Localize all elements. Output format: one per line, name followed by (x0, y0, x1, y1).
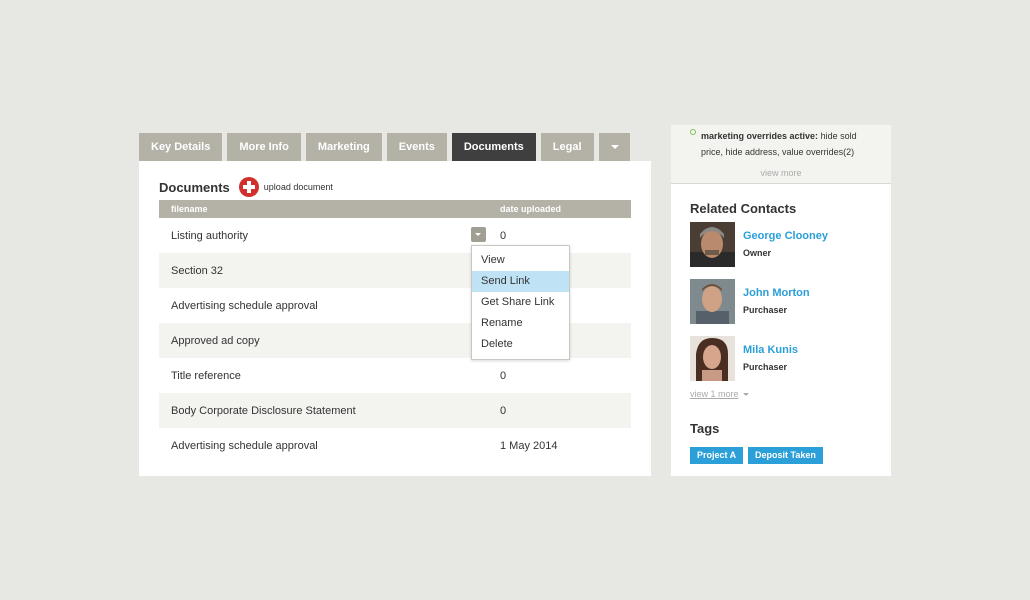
tab-key-details[interactable]: Key Details (139, 133, 223, 161)
menu-item-view[interactable]: View (472, 250, 569, 271)
row-date: 0 (500, 405, 507, 417)
avatar[interactable] (690, 279, 735, 324)
tags-title: Tags (690, 421, 720, 436)
tab-marketing[interactable]: Marketing (305, 133, 382, 161)
status-circle-icon (690, 129, 696, 135)
contact-role: Purchaser (743, 305, 788, 315)
row-menu-toggle-icon[interactable] (471, 227, 486, 242)
upload-plus-icon[interactable] (238, 177, 259, 197)
contact-name[interactable]: George Clooney (743, 230, 828, 242)
related-contacts-title: Related Contacts (690, 201, 797, 216)
marketing-overrides-notice: marketing overrides active: hide sold pr… (671, 125, 891, 184)
chevron-down-icon (610, 145, 619, 149)
contact-card: George Clooney Owner (690, 222, 880, 268)
tab-more-info[interactable]: More Info (227, 133, 301, 161)
notice-label: marketing overrides active: (701, 131, 819, 141)
contact-card: John Morton Purchaser (690, 279, 880, 325)
contact-role: Owner (743, 248, 772, 258)
chevron-down-icon (742, 393, 749, 397)
view-1-more-label: view 1 more (690, 389, 739, 399)
row-filename: Approved ad copy (171, 335, 260, 347)
documents-header: Documents upload document (159, 177, 333, 197)
row-date: 1 May 2014 (500, 440, 558, 452)
contact-name[interactable]: John Morton (743, 287, 810, 299)
table-header: filename date uploaded (159, 200, 631, 218)
avatar-photo-icon (690, 336, 735, 381)
row-filename: Section 32 (171, 265, 223, 277)
avatar-photo-icon (690, 222, 735, 267)
row-filename: Title reference (171, 370, 241, 382)
column-header-date[interactable]: date uploaded (500, 204, 561, 214)
contact-role: Purchaser (743, 362, 788, 372)
menu-item-get-share-link[interactable]: Get Share Link (472, 292, 569, 313)
table-row[interactable]: Advertising schedule approval 1 May 2014 (159, 428, 631, 463)
view-1-more-link[interactable]: view 1 more (690, 389, 749, 399)
avatar[interactable] (690, 222, 735, 267)
row-filename: Body Corporate Disclosure Statement (171, 405, 356, 417)
row-date: 0 (500, 370, 507, 382)
tab-more-dropdown[interactable] (598, 133, 630, 161)
contact-card: Mila Kunis Purchaser (690, 336, 880, 382)
avatar[interactable] (690, 336, 735, 381)
contact-name[interactable]: Mila Kunis (743, 344, 798, 356)
column-header-filename[interactable]: filename (171, 204, 208, 214)
tab-events[interactable]: Events (386, 133, 447, 161)
avatar-photo-icon (690, 279, 735, 324)
tab-documents[interactable]: Documents (451, 133, 536, 161)
menu-item-send-link[interactable]: Send Link (472, 271, 569, 292)
notice-text: marketing overrides active: hide sold pr… (701, 128, 881, 160)
document-actions-menu: View Send Link Get Share Link Rename Del… (471, 245, 570, 360)
row-filename: Advertising schedule approval (171, 300, 318, 312)
table-row[interactable]: Title reference 0 (159, 358, 631, 393)
documents-panel: Documents upload document filename date … (139, 161, 651, 476)
table-row[interactable]: Body Corporate Disclosure Statement 0 (159, 393, 631, 428)
row-date: 0 (500, 230, 507, 242)
view-more-link[interactable]: view more (671, 168, 891, 178)
menu-item-rename[interactable]: Rename (472, 313, 569, 334)
tab-bar: Key Details More Info Marketing Events D… (139, 133, 635, 161)
row-filename: Advertising schedule approval (171, 440, 318, 452)
tag-deposit-taken[interactable]: Deposit Taken (748, 447, 823, 464)
documents-title: Documents (159, 179, 230, 195)
tag-project-a[interactable]: Project A (690, 447, 744, 464)
sidebar: marketing overrides active: hide sold pr… (671, 125, 891, 476)
tab-legal[interactable]: Legal (540, 133, 594, 161)
row-filename: Listing authority (171, 230, 249, 242)
menu-item-delete[interactable]: Delete (472, 334, 569, 355)
upload-document-link[interactable]: upload document (264, 182, 333, 192)
